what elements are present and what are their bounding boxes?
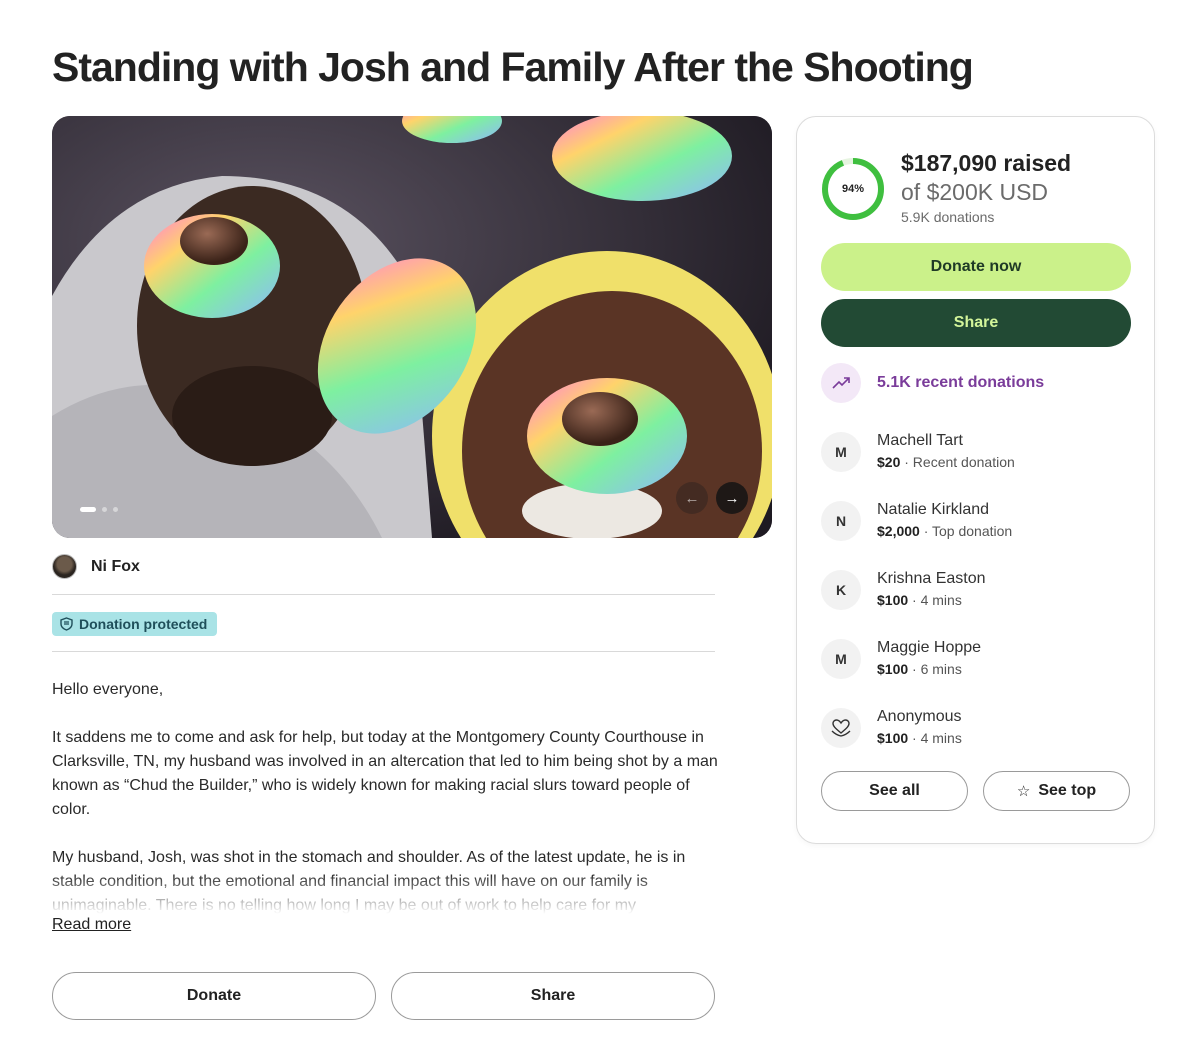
- next-photo-button[interactable]: →: [716, 482, 748, 514]
- carousel-dot[interactable]: [102, 507, 107, 512]
- story-greeting: Hello everyone,: [52, 681, 164, 698]
- shield-icon: [60, 617, 73, 631]
- donor-meta: $2,000 · Top donation: [877, 521, 1012, 541]
- donor-note: · Top donation: [919, 523, 1013, 539]
- donor-avatar: M: [821, 639, 861, 679]
- donor-avatar: N: [821, 501, 861, 541]
- arrow-right-icon: →: [724, 489, 740, 507]
- read-more-link[interactable]: Read more: [52, 916, 131, 934]
- donate-now-button[interactable]: Donate now: [821, 243, 1131, 291]
- donor-note: · 6 mins: [908, 661, 962, 677]
- donor-row: Anonymous $100 · 4 mins: [821, 706, 962, 748]
- donor-name: Maggie Hoppe: [877, 639, 982, 656]
- progress-percent: 94%: [841, 183, 865, 195]
- donor-info: Anonymous $100 · 4 mins: [877, 706, 962, 748]
- see-top-label: See top: [1038, 782, 1097, 799]
- donor-info: Maggie Hoppe $100 · 6 mins: [877, 637, 981, 679]
- page-title: Standing with Josh and Family After the …: [52, 44, 974, 90]
- divider: [52, 651, 715, 652]
- carousel-dot[interactable]: [80, 507, 96, 512]
- donor-row: M Machell Tart $20 · Recent donation: [821, 430, 1015, 472]
- donor-info: Machell Tart $20 · Recent donation: [877, 430, 1015, 472]
- story-fade: [52, 874, 720, 914]
- donor-meta: $100 · 4 mins: [877, 728, 962, 748]
- campaign-photo[interactable]: ← →: [52, 116, 772, 538]
- see-all-button[interactable]: See all: [821, 771, 968, 811]
- donor-row: K Krishna Easton $100 · 4 mins: [821, 568, 986, 610]
- donate-button[interactable]: Donate: [52, 972, 376, 1020]
- donor-note: · 4 mins: [908, 592, 962, 608]
- donor-amount: $20: [877, 454, 901, 470]
- goal-amount: of $200K USD: [901, 179, 1049, 205]
- donor-name: Krishna Easton: [877, 570, 986, 587]
- donor-note: · Recent donation: [900, 454, 1015, 470]
- photo-illustration: [52, 116, 772, 538]
- story-paragraph: It saddens me to come and ask for help, …: [52, 729, 718, 818]
- previous-photo-button[interactable]: ←: [676, 482, 708, 514]
- see-all-label: See all: [869, 782, 920, 799]
- heart-hand-icon: [821, 708, 861, 748]
- star-icon: ☆: [1016, 783, 1031, 800]
- badge-label: Donation protected: [79, 616, 208, 632]
- donor-meta: $20 · Recent donation: [877, 452, 1015, 472]
- donor-name: Machell Tart: [877, 432, 963, 449]
- see-top-button[interactable]: ☆ See top: [983, 771, 1130, 811]
- donor-amount: $100: [877, 730, 909, 746]
- donation-card: 94% $187,090 raised of $200K USD 5.9K do…: [796, 116, 1155, 844]
- carousel-dot[interactable]: [113, 507, 118, 512]
- recent-donations-label: 5.1K recent donations: [877, 374, 1045, 391]
- donation-count: 5.9K donations: [901, 209, 995, 225]
- donation-protected-badge[interactable]: Donation protected: [52, 612, 218, 636]
- donor-note: · 4 mins: [908, 730, 962, 746]
- donor-row: M Maggie Hoppe $100 · 6 mins: [821, 637, 981, 679]
- amount-raised: $187,090 raised: [901, 150, 1072, 176]
- organizer[interactable]: Ni Fox: [52, 554, 140, 579]
- donor-meta: $100 · 6 mins: [877, 659, 981, 679]
- donor-info: Natalie Kirkland $2,000 · Top donation: [877, 499, 1012, 541]
- share-button[interactable]: Share: [391, 972, 715, 1020]
- donor-name: Natalie Kirkland: [877, 501, 990, 518]
- carousel-dots[interactable]: [80, 507, 118, 512]
- donor-amount: $100: [877, 661, 909, 677]
- recent-donations-link[interactable]: 5.1K recent donations: [821, 363, 1044, 403]
- donor-amount: $100: [877, 592, 909, 608]
- story-text: Hello everyone, It saddens me to come an…: [52, 678, 720, 914]
- arrow-left-icon: ←: [684, 489, 700, 507]
- donor-row: N Natalie Kirkland $2,000 · Top donation: [821, 499, 1012, 541]
- donor-avatar: K: [821, 570, 861, 610]
- donor-info: Krishna Easton $100 · 4 mins: [877, 568, 986, 610]
- donor-amount: $2,000: [877, 523, 920, 539]
- divider: [52, 594, 715, 595]
- organizer-name: Ni Fox: [91, 557, 140, 575]
- donor-name: Anonymous: [877, 708, 962, 725]
- trending-up-icon: [821, 363, 861, 403]
- donor-avatar: M: [821, 432, 861, 472]
- donor-meta: $100 · 4 mins: [877, 590, 986, 610]
- share-card-button[interactable]: Share: [821, 299, 1131, 347]
- organizer-avatar: [52, 554, 77, 579]
